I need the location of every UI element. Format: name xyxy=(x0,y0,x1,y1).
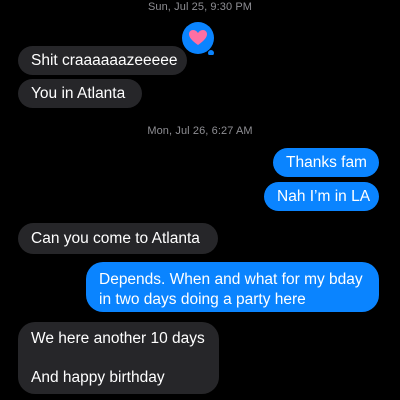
message-text: Thanks fam xyxy=(286,153,367,171)
message-text-line: We here another 10 days xyxy=(31,330,205,347)
message-text-line: in two days doing a party here xyxy=(99,291,306,308)
message-bubble-incoming[interactable]: We here another 10 days And happy birthd… xyxy=(18,322,219,394)
heart-reaction-icon[interactable] xyxy=(181,21,215,55)
message-text-line: Depends. When and what for my bday xyxy=(99,271,363,288)
message-bubble-incoming[interactable]: Shit craaaaaazeeeee xyxy=(18,46,187,75)
message-bubble-outgoing[interactable]: Thanks fam xyxy=(273,148,379,177)
timestamp-label: Sun, Jul 25, 9:30 PM xyxy=(147,1,253,13)
message-text-blank-line xyxy=(31,349,205,368)
message-bubble-incoming[interactable]: Can you come to Atlanta xyxy=(18,223,218,254)
timestamp-label: Mon, Jul 26, 6:27 AM xyxy=(147,125,253,137)
message-text: Nah I’m in LA xyxy=(277,187,371,205)
message-text: You in Atlanta xyxy=(31,84,126,102)
message-text: Can you come to Atlanta xyxy=(31,229,200,247)
message-bubble-outgoing[interactable]: Nah I’m in LA xyxy=(264,182,379,211)
message-text-line: And happy birthday xyxy=(31,369,165,386)
message-bubble-incoming[interactable]: You in Atlanta xyxy=(18,79,142,108)
message-bubble-outgoing[interactable]: Depends. When and what for my bday in tw… xyxy=(86,262,379,312)
message-thread: Sun, Jul 25, 9:30 PM Shit craaaaaazeeeee… xyxy=(0,0,400,400)
message-text: Shit craaaaaazeeeee xyxy=(31,51,178,69)
